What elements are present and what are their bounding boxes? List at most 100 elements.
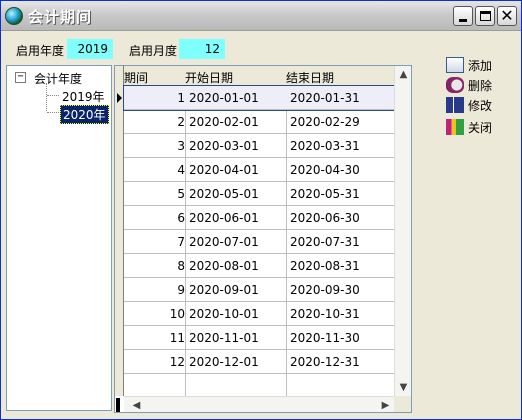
- cell-start-date[interactable]: 2020-03-01: [189, 139, 259, 153]
- cell-end-date[interactable]: 2020-04-30: [290, 163, 360, 177]
- start-month-label: 启用月度: [129, 44, 178, 58]
- delete-icon: [446, 77, 464, 93]
- scroll-down-icon[interactable]: ▼: [395, 379, 411, 396]
- row-selector[interactable]: [115, 302, 124, 326]
- edit-button[interactable]: 修改: [446, 96, 492, 114]
- tree-item-2019[interactable]: 2019年: [60, 88, 107, 105]
- table-row[interactable]: 8 2020-08-01 2020-08-31: [124, 254, 394, 278]
- close-label: 关闭: [468, 120, 493, 135]
- table-row[interactable]: 1 2020-01-01 2020-01-31: [123, 85, 395, 111]
- cell-start-date[interactable]: 2020-11-01: [189, 331, 259, 345]
- grid-header: 期间 开始日期 结束日期: [124, 66, 394, 86]
- close-window-button[interactable]: ✕: [497, 6, 517, 26]
- vertical-scrollbar[interactable]: ▲ ▼: [394, 66, 411, 396]
- row-selector[interactable]: [115, 206, 124, 230]
- table-row[interactable]: 10 2020-10-01 2020-10-31: [124, 302, 394, 326]
- table-row[interactable]: 12 2020-12-01 2020-12-31: [124, 350, 394, 374]
- row-selector[interactable]: [115, 86, 124, 110]
- cell-end-date[interactable]: 2020-06-30: [290, 211, 360, 225]
- cell-end-date[interactable]: 2020-08-31: [290, 259, 360, 273]
- row-selector[interactable]: [115, 254, 124, 278]
- start-year-field[interactable]: 2019: [67, 39, 113, 59]
- cell-period[interactable]: 4: [177, 163, 185, 177]
- row-selector[interactable]: [115, 110, 124, 134]
- cell-period[interactable]: 5: [177, 187, 185, 201]
- horizontal-scrollbar[interactable]: ◀ ▶: [124, 396, 394, 412]
- cell-period[interactable]: 6: [177, 211, 185, 225]
- cell-period[interactable]: 8: [177, 259, 185, 273]
- cell-end-date[interactable]: 2020-05-31: [290, 187, 360, 201]
- cell-start-date[interactable]: 2020-10-01: [189, 307, 259, 321]
- accounting-period-window: 会计期间 ✕ 启用年度 2019 启用月度 12 − 会计年度 2019年 20…: [0, 0, 522, 420]
- cell-period[interactable]: 7: [177, 235, 185, 249]
- delete-button[interactable]: 删除: [446, 76, 492, 94]
- tree-item-2020-selected[interactable]: 2020年: [60, 105, 109, 124]
- maximize-icon: [479, 11, 491, 21]
- cell-end-date[interactable]: 2020-11-30: [290, 331, 360, 345]
- fiscal-year-tree: − 会计年度 2019年 2020年: [6, 65, 112, 411]
- table-row[interactable]: 7 2020-07-01 2020-07-31: [124, 230, 394, 254]
- scroll-up-icon[interactable]: ▲: [395, 66, 411, 83]
- cell-period[interactable]: 1: [177, 91, 185, 105]
- scroll-right-icon[interactable]: ▶: [377, 397, 394, 412]
- cell-end-date[interactable]: 2020-09-30: [290, 283, 360, 297]
- maximize-button[interactable]: [475, 6, 495, 26]
- scroll-left-icon[interactable]: ◀: [128, 397, 145, 412]
- cell-end-date[interactable]: 2020-03-31: [290, 139, 360, 153]
- add-button[interactable]: 添加: [446, 56, 492, 74]
- cell-start-date[interactable]: 2020-02-01: [189, 115, 259, 129]
- row-selector[interactable]: [115, 182, 124, 206]
- row-selector[interactable]: [115, 350, 124, 374]
- cell-period[interactable]: 11: [170, 331, 185, 345]
- close-button[interactable]: 关闭: [446, 118, 492, 136]
- start-month-field[interactable]: 12: [179, 39, 225, 59]
- row-selector[interactable]: [115, 326, 124, 350]
- add-icon: [446, 57, 464, 73]
- cell-start-date[interactable]: 2020-07-01: [189, 235, 259, 249]
- title-bar[interactable]: 会计期间 ✕: [1, 1, 521, 31]
- row-selector[interactable]: [115, 158, 124, 182]
- table-row[interactable]: 3 2020-03-01 2020-03-31: [124, 134, 394, 158]
- cell-start-date[interactable]: 2020-09-01: [189, 283, 259, 297]
- cell-period[interactable]: 10: [170, 307, 185, 321]
- cell-period[interactable]: 3: [177, 139, 185, 153]
- cell-start-date[interactable]: 2020-05-01: [189, 187, 259, 201]
- table-row[interactable]: 6 2020-06-01 2020-06-30: [124, 206, 394, 230]
- cell-end-date[interactable]: 2020-12-31: [290, 355, 360, 369]
- delete-label: 删除: [468, 78, 493, 93]
- start-year-label: 启用年度: [16, 44, 65, 58]
- cell-start-date[interactable]: 2020-08-01: [189, 259, 259, 273]
- cell-period[interactable]: 2: [177, 115, 185, 129]
- cell-end-date[interactable]: 2020-07-31: [290, 235, 360, 249]
- table-row[interactable]: 5 2020-05-01 2020-05-31: [124, 182, 394, 206]
- cell-start-date[interactable]: 2020-04-01: [189, 163, 259, 177]
- cell-period[interactable]: 9: [177, 283, 185, 297]
- close-exit-icon: [446, 119, 464, 135]
- add-label: 添加: [468, 58, 493, 73]
- cell-period[interactable]: 12: [170, 355, 185, 369]
- tree-collapse-icon[interactable]: −: [15, 72, 26, 83]
- cell-end-date[interactable]: 2020-10-31: [290, 307, 360, 321]
- cell-start-date[interactable]: 2020-06-01: [189, 211, 259, 225]
- row-selector[interactable]: [115, 230, 124, 254]
- tree-connector: [46, 83, 47, 111]
- cell-start-date[interactable]: 2020-12-01: [189, 355, 259, 369]
- tree-root-fiscal-year[interactable]: 会计年度: [34, 70, 82, 87]
- tree-connector: [47, 95, 59, 96]
- horizontal-scroll-thumb[interactable]: [116, 398, 120, 412]
- column-header-end-date[interactable]: 结束日期: [286, 69, 334, 86]
- cell-end-date[interactable]: 2020-02-29: [290, 115, 360, 129]
- app-globe-icon: [5, 7, 23, 25]
- minimize-button[interactable]: [453, 6, 473, 26]
- row-selector[interactable]: [115, 134, 124, 158]
- column-header-period[interactable]: 期间: [124, 69, 148, 86]
- table-row[interactable]: 4 2020-04-01 2020-04-30: [124, 158, 394, 182]
- column-header-start-date[interactable]: 开始日期: [185, 69, 233, 86]
- table-row[interactable]: 9 2020-09-01 2020-09-30: [124, 278, 394, 302]
- table-row[interactable]: 2 2020-02-01 2020-02-29: [124, 110, 394, 134]
- row-selector[interactable]: [115, 278, 124, 302]
- cell-end-date[interactable]: 2020-01-31: [290, 91, 360, 105]
- window-title: 会计期间: [28, 8, 93, 26]
- cell-start-date[interactable]: 2020-01-01: [189, 91, 259, 105]
- table-row[interactable]: 11 2020-11-01 2020-11-30: [124, 326, 394, 350]
